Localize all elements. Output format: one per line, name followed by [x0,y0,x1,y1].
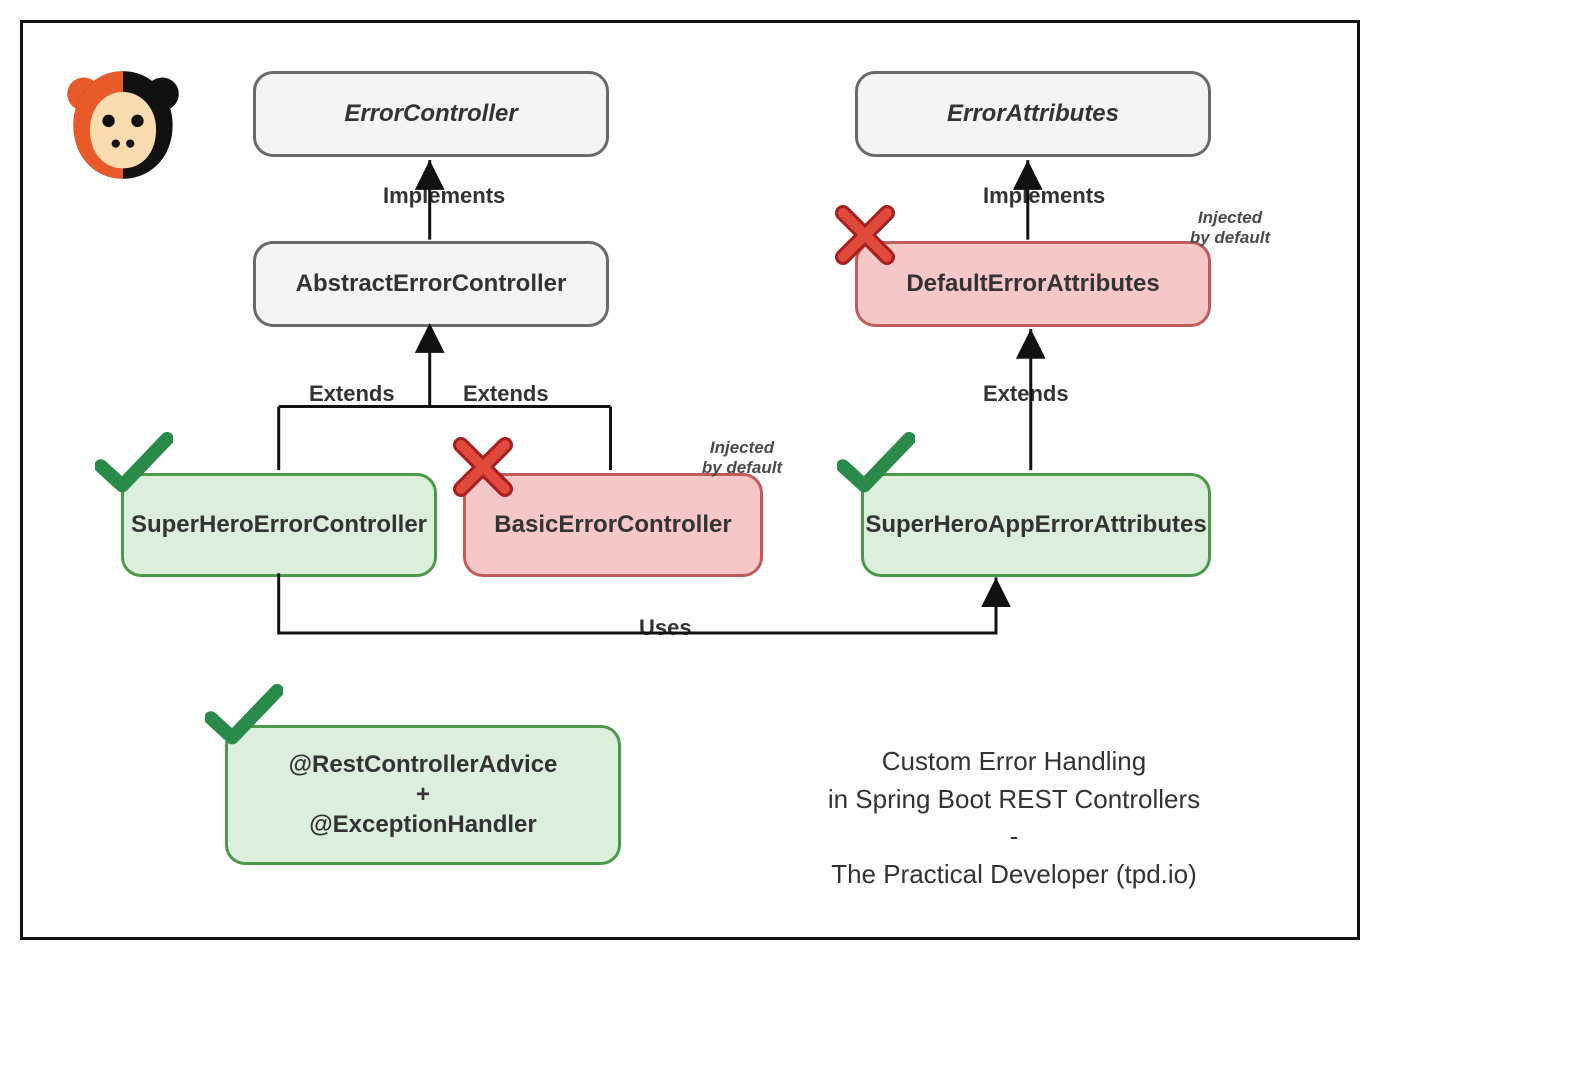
node-label: AbstractErrorController [296,269,567,299]
node-abstract-error-controller: AbstractErrorController [253,241,609,327]
edge-label-implements: Implements [983,183,1105,209]
diagram-frame: ErrorController ErrorAttributes Abstract… [20,20,1360,940]
cloud-annotation: Injected by default [1165,185,1295,271]
caption-line: Custom Error Handling [789,743,1239,781]
check-icon [837,431,915,493]
edge-label-extends: Extends [309,381,395,407]
node-label: ErrorController [344,99,517,129]
node-label: BasicErrorController [494,510,731,540]
edge-label-extends: Extends [463,381,549,407]
check-icon [205,683,283,745]
caption-block: Custom Error Handling in Spring Boot RES… [789,743,1239,894]
node-label: SuperHeroAppErrorAttributes [865,510,1206,540]
edge-label-extends: Extends [983,381,1069,407]
caption-line: - [789,818,1239,856]
advice-plus: + [416,780,430,810]
node-error-controller: ErrorController [253,71,609,157]
node-label: SuperHeroErrorController [131,510,427,540]
check-icon [95,431,173,493]
node-label: ErrorAttributes [947,99,1119,129]
edge-label-implements: Implements [383,183,505,209]
node-label: DefaultErrorAttributes [906,269,1159,299]
node-advice: @RestControllerAdvice + @ExceptionHandle… [225,725,621,865]
cloud-line2: by default [702,458,782,478]
monkey-logo [61,63,185,187]
node-error-attributes: ErrorAttributes [855,71,1211,157]
edge-label-uses: Uses [639,615,692,641]
advice-line2: @ExceptionHandler [309,810,536,840]
cloud-line1: Injected [710,438,774,458]
advice-line1: @RestControllerAdvice [289,750,558,780]
cross-icon [835,205,895,265]
caption-line: in Spring Boot REST Controllers [789,781,1239,819]
cross-icon [453,437,513,497]
node-default-error-attributes: DefaultErrorAttributes [855,241,1211,327]
cloud-line2: by default [1190,228,1270,248]
cloud-annotation: Injected by default [677,415,807,501]
caption-line: The Practical Developer (tpd.io) [789,856,1239,894]
cloud-line1: Injected [1198,208,1262,228]
